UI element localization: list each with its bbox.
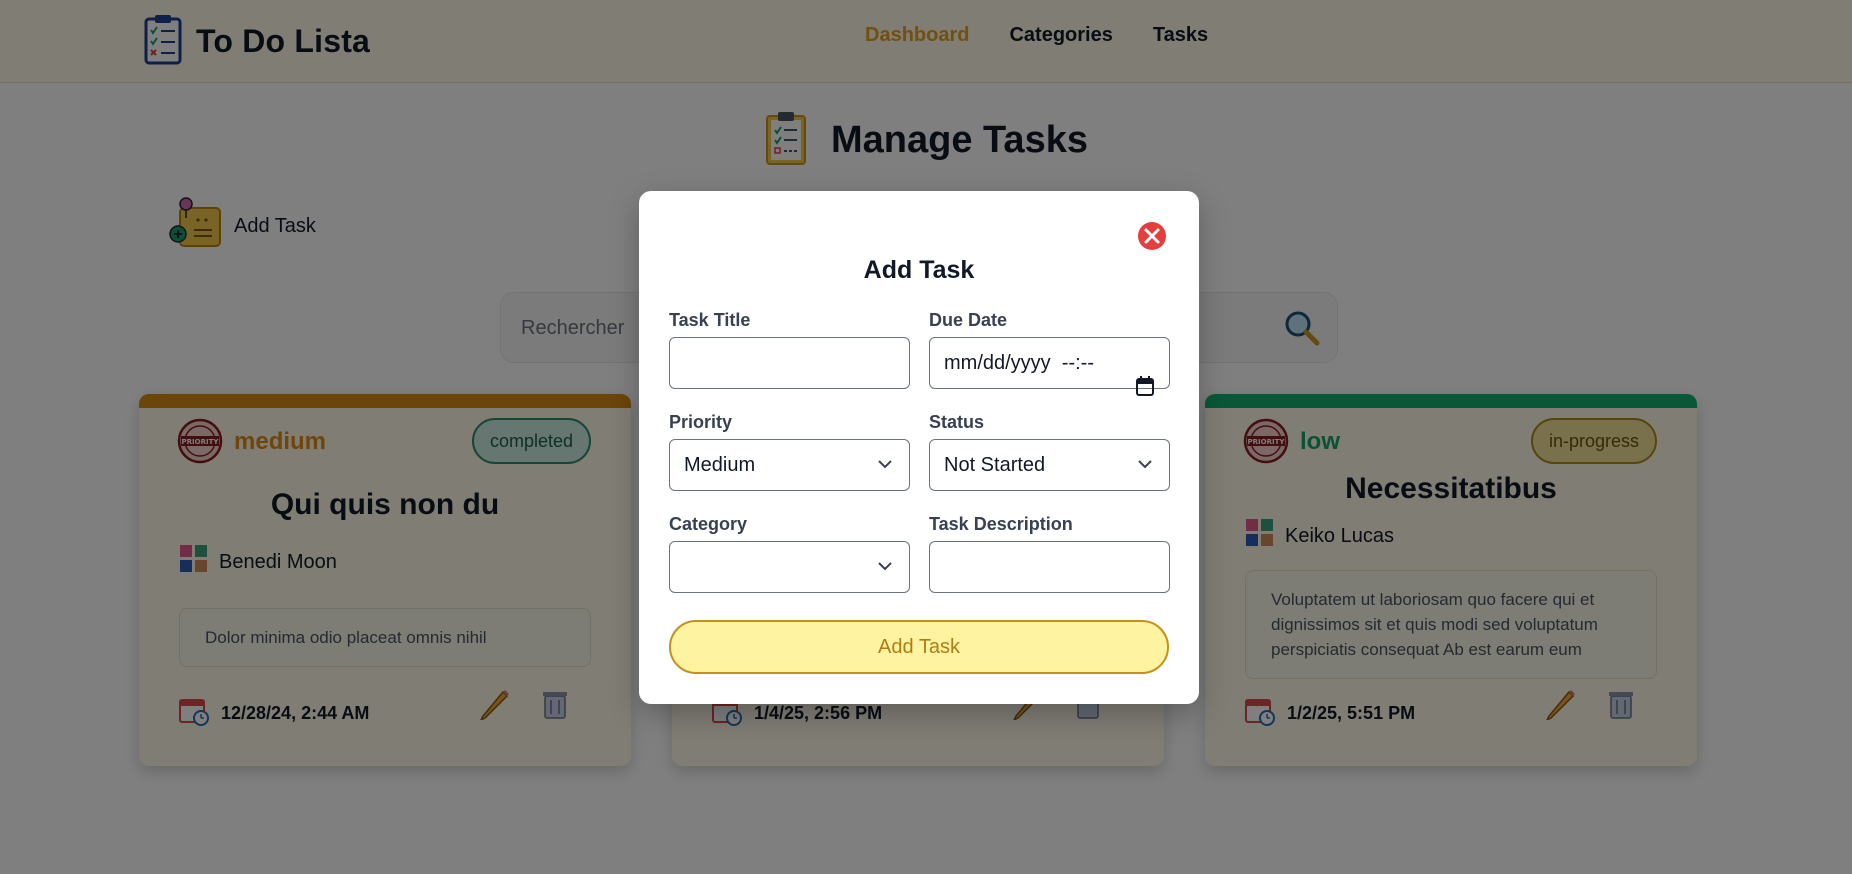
chevron-down-icon: [875, 454, 895, 480]
calendar-icon[interactable]: [1102, 352, 1155, 426]
priority-select[interactable]: Medium: [669, 439, 910, 491]
task-description-textarea[interactable]: [929, 541, 1170, 593]
priority-label: Priority: [669, 412, 733, 432]
task-title-input[interactable]: [669, 337, 910, 389]
status-select[interactable]: Not Started: [929, 439, 1170, 491]
status-label: Status: [929, 412, 985, 432]
chevron-down-icon: [875, 556, 895, 582]
status-select-value: Not Started: [944, 453, 1046, 476]
category-select[interactable]: [669, 541, 910, 593]
add-task-submit-button[interactable]: Add Task: [669, 620, 1169, 674]
add-task-modal: Add Task Task Title Due Date mm/dd/yyyy …: [639, 191, 1199, 704]
modal-title: Add Task: [863, 256, 975, 284]
category-label: Category: [669, 514, 748, 534]
task-title-label: Task Title: [669, 310, 751, 330]
priority-select-value: Medium: [684, 453, 756, 476]
close-icon[interactable]: [1137, 221, 1167, 251]
due-date-label: Due Date: [929, 310, 1008, 330]
due-date-value: mm/dd/yyyy --:--: [944, 351, 1094, 374]
chevron-down-icon: [1135, 454, 1155, 480]
due-date-input[interactable]: mm/dd/yyyy --:--: [929, 337, 1170, 396]
description-label: Task Description: [929, 514, 1073, 534]
